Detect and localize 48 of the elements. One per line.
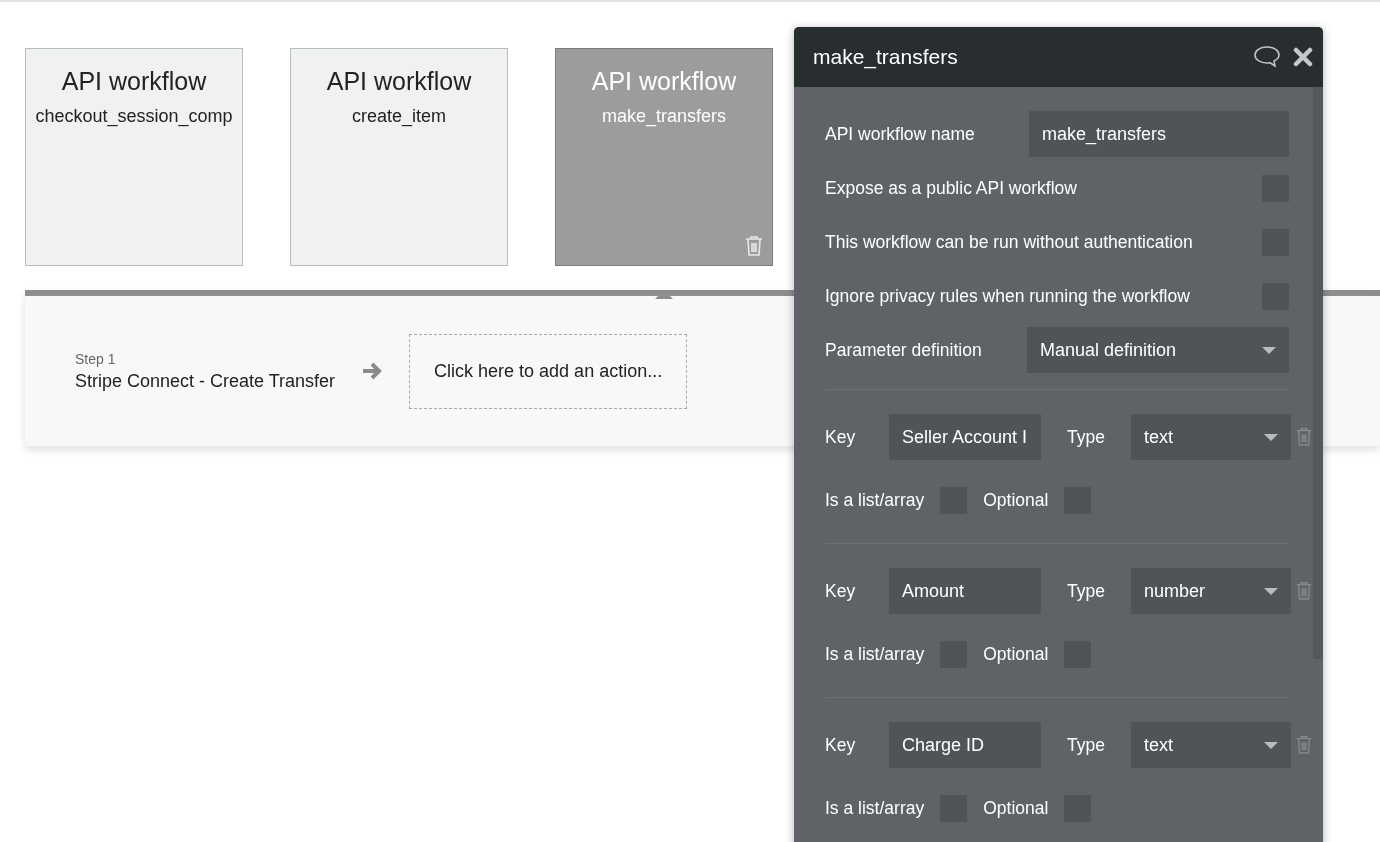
- trash-icon[interactable]: [1295, 735, 1313, 755]
- key-input[interactable]: Amount: [889, 568, 1041, 614]
- option-label: This workflow can be run without authentication: [825, 231, 1193, 253]
- workflow-card-title: API workflow: [591, 67, 737, 96]
- caret-icon: [1264, 433, 1278, 441]
- workflow-card[interactable]: API workflow create_item: [290, 48, 508, 266]
- type-label: Type: [1067, 734, 1106, 756]
- scrollbar[interactable]: [1313, 87, 1323, 659]
- step-label: Step 1: [75, 350, 117, 367]
- type-dropdown[interactable]: number: [1131, 568, 1291, 614]
- close-icon[interactable]: [1293, 47, 1313, 67]
- list-label: Is a list/array: [825, 643, 925, 665]
- optional-label: Optional: [983, 489, 1049, 511]
- type-label: Type: [1067, 580, 1106, 602]
- workflow-card-title: API workflow: [61, 67, 207, 96]
- parameter-definition-dropdown[interactable]: Manual definition: [1027, 327, 1289, 373]
- add-action-box[interactable]: Click here to add an action...: [409, 333, 688, 409]
- type-label: Type: [1067, 426, 1106, 448]
- caret-icon: [1264, 587, 1278, 595]
- workflow-name-input[interactable]: make_transfers: [1029, 111, 1289, 157]
- step-action[interactable]: Stripe Connect - Create Transfer: [75, 370, 336, 392]
- optional-label: Optional: [983, 643, 1049, 665]
- workflow-card-name: checkout_session_comp: [35, 106, 233, 127]
- type-dropdown[interactable]: text: [1131, 414, 1291, 460]
- caret-icon: [1264, 741, 1278, 749]
- type-dropdown[interactable]: text: [1131, 722, 1291, 768]
- key-label: Key: [825, 426, 857, 448]
- trash-icon[interactable]: [1295, 581, 1313, 601]
- key-label: Key: [825, 734, 857, 756]
- option-label: Expose as a public API workflow: [825, 177, 1077, 199]
- caret-icon: [1262, 346, 1276, 354]
- list-label: Is a list/array: [825, 489, 925, 511]
- workflow-card[interactable]: API workflow checkout_session_comp: [25, 48, 243, 266]
- workflow-card-name: make_transfers: [601, 106, 727, 127]
- workflow-card-name: create_item: [351, 106, 446, 127]
- arrow-right-icon: [361, 361, 384, 381]
- key-input[interactable]: Charge ID: [889, 722, 1041, 768]
- field-label: API workflow name: [825, 123, 975, 145]
- key-label: Key: [825, 580, 857, 602]
- speech-bubble-icon[interactable]: [1253, 45, 1281, 69]
- key-input[interactable]: Seller Account I: [889, 414, 1041, 460]
- option-label: Ignore privacy rules when running the workflow: [825, 285, 1190, 307]
- optional-label: Optional: [983, 797, 1049, 819]
- workflow-card-title: API workflow: [326, 67, 472, 96]
- trash-icon[interactable]: [1295, 427, 1313, 447]
- field-label: Parameter definition: [825, 339, 982, 361]
- list-label: Is a list/array: [825, 797, 925, 819]
- dialog-title: make_transfers: [813, 45, 959, 69]
